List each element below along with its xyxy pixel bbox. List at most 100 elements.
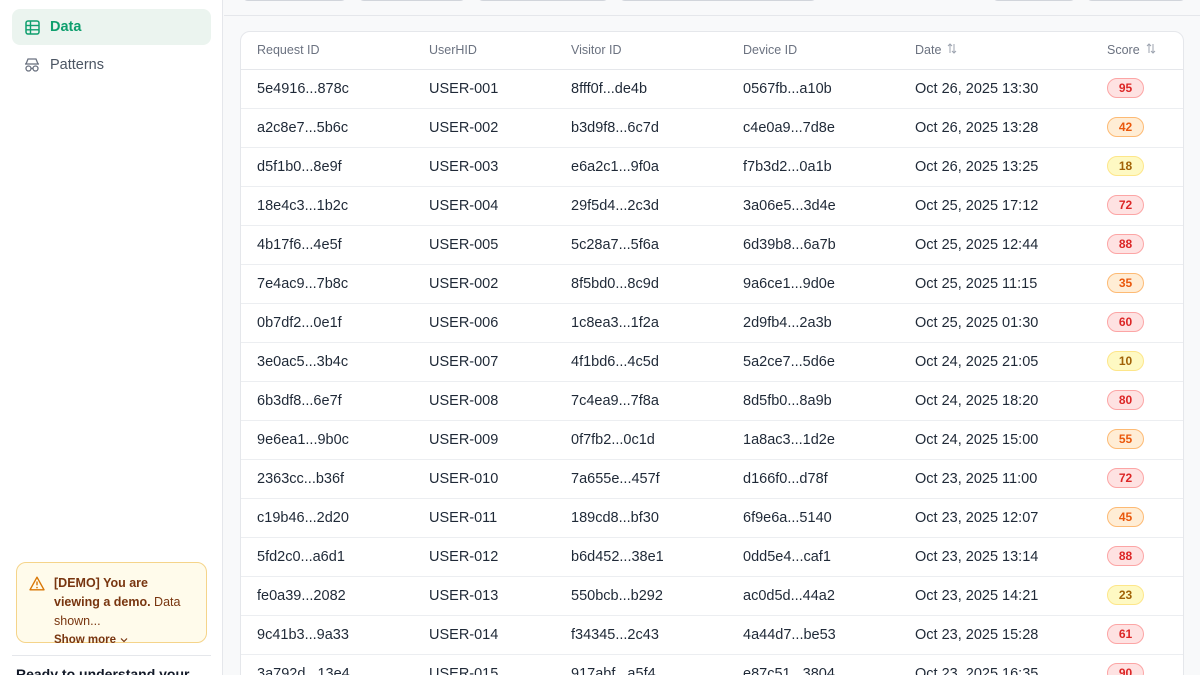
sort-icon[interactable] [947,43,957,57]
toolbar-control[interactable] [1086,0,1186,1]
cell-request-id: 3a792d...13e4 [257,666,350,675]
score-badge: 60 [1107,312,1144,332]
column-header-device-id[interactable]: Device ID [743,43,797,57]
table-header: Request ID UserHID Visitor ID Device ID … [241,32,1183,70]
cell-visitor-id: 1c8ea3...1f2a [571,315,659,331]
cell-date: Oct 26, 2025 13:28 [915,120,1039,136]
cell-date: Oct 25, 2025 01:30 [915,315,1039,331]
cell-date: Oct 24, 2025 18:20 [915,393,1039,409]
warning-icon [29,576,46,592]
cell-device-id: 6d39b8...6a7b [743,237,836,253]
cell-request-id: c19b46...2d20 [257,510,349,526]
cell-device-id: 4a44d7...be53 [743,627,836,643]
score-badge: 23 [1107,585,1144,605]
cell-request-id: 5fd2c0...a6d1 [257,549,345,565]
score-badge: 72 [1107,195,1144,215]
cell-device-id: 0567fb...a10b [743,81,832,97]
cell-date: Oct 25, 2025 11:15 [915,276,1038,292]
cell-visitor-id: 7c4ea9...7f8a [571,393,659,409]
cell-visitor-id: 5c28a7...5f6a [571,237,659,253]
toolbar-control[interactable] [242,0,347,1]
cell-request-id: 9e6ea1...9b0c [257,432,349,448]
sidebar-item-data[interactable]: Data [12,9,211,45]
cell-device-id: c4e0a9...7d8e [743,120,835,136]
table-row[interactable]: 5fd2c0...a6d1 USER-012 b6d452...38e1 0dd5e4… [241,538,1183,577]
table-row[interactable]: fe0a39...2082 USER-013 550bcb...b292 ac0d5d… [241,577,1183,616]
score-badge: 80 [1107,390,1144,410]
cell-request-id: a2c8e7...5b6c [257,120,349,136]
table-row[interactable]: 2363cc...b36f USER-010 7a655e...457f d166f0… [241,460,1183,499]
column-header-request-id[interactable]: Request ID [257,43,320,57]
table-row[interactable]: 18e4c3...1b2c USER-004 29f5d4...2c3d 3a06e5… [241,187,1183,226]
cell-visitor-id: 29f5d4...2c3d [571,198,659,214]
cell-userhid: USER-012 [429,549,499,565]
demo-message: [DEMO] You are viewing a demo. Data show… [54,574,196,631]
cell-request-id: d5f1b0...8e9f [257,159,342,175]
table-row[interactable]: 3a792d...13e4 USER-015 917abf...a5f4 e87c51… [241,655,1183,675]
table-row[interactable]: 4b17f6...4e5f USER-005 5c28a7...5f6a 6d39b8… [241,226,1183,265]
sidebar-item-patterns[interactable]: Patterns [12,47,211,83]
top-toolbar [224,0,1200,16]
cell-userhid: USER-007 [429,354,499,370]
cell-userhid: USER-006 [429,315,499,331]
column-header-userhid[interactable]: UserHID [429,43,477,57]
score-badge: 95 [1107,78,1144,98]
toolbar-control[interactable] [477,0,609,1]
show-more-button[interactable]: Show more [54,634,196,646]
column-header-score[interactable]: Score [1107,43,1156,57]
cell-date: Oct 23, 2025 12:07 [915,510,1039,526]
cell-date: Oct 24, 2025 15:00 [915,432,1039,448]
cell-date: Oct 25, 2025 17:12 [915,198,1039,214]
cell-request-id: 9c41b3...9a33 [257,627,349,643]
cell-device-id: ac0d5d...44a2 [743,588,835,604]
table-row[interactable]: 0b7df2...0e1f USER-006 1c8ea3...1f2a 2d9fb4… [241,304,1183,343]
sidebar-item-label: Patterns [50,57,104,73]
table-row[interactable]: a2c8e7...5b6c USER-002 b3d9f8...6c7d c4e0a9… [241,109,1183,148]
cell-request-id: fe0a39...2082 [257,588,346,604]
cell-date: Oct 24, 2025 21:05 [915,354,1039,370]
column-header-visitor-id[interactable]: Visitor ID [571,43,621,57]
cell-request-id: 4b17f6...4e5f [257,237,342,253]
sidebar-divider [12,655,211,656]
cell-visitor-id: b3d9f8...6c7d [571,120,659,136]
cell-device-id: e87c51...3804 [743,666,835,675]
table-row[interactable]: d5f1b0...8e9f USER-003 e6a2c1...9f0a f7b3d2… [241,148,1183,187]
patterns-icon [24,57,40,73]
score-badge: 10 [1107,351,1144,371]
cell-date: Oct 23, 2025 14:21 [915,588,1039,604]
cell-visitor-id: 8f5bd0...8c9d [571,276,659,292]
cell-date: Oct 23, 2025 15:28 [915,627,1039,643]
cell-request-id: 2363cc...b36f [257,471,345,487]
table-row[interactable]: 6b3df8...6e7f USER-008 7c4ea9...7f8a 8d5fb0… [241,382,1183,421]
cell-visitor-id: 0f7fb2...0c1d [571,432,655,448]
table-row[interactable]: 9c41b3...9a33 USER-014 f34345...2c43 4a44d7… [241,616,1183,655]
demo-message-bold: [DEMO] You are viewing a demo. [54,576,151,609]
cell-device-id: 9a6ce1...9d0e [743,276,835,292]
cell-userhid: USER-001 [429,81,499,97]
cell-visitor-id: 189cd8...bf30 [571,510,659,526]
cell-visitor-id: 4f1bd6...4c5d [571,354,659,370]
cell-visitor-id: 8fff0f...de4b [571,81,648,97]
toolbar-control[interactable] [619,0,817,1]
data-table: Request ID UserHID Visitor ID Device ID … [240,31,1184,675]
sort-icon[interactable] [1146,43,1156,57]
score-badge: 18 [1107,156,1144,176]
cell-userhid: USER-009 [429,432,499,448]
table-row[interactable]: 7e4ac9...7b8c USER-002 8f5bd0...8c9d 9a6ce1… [241,265,1183,304]
cell-date: Oct 23, 2025 13:14 [915,549,1039,565]
table-row[interactable]: 9e6ea1...9b0c USER-009 0f7fb2...0c1d 1a8ac3… [241,421,1183,460]
cell-visitor-id: 550bcb...b292 [571,588,663,604]
toolbar-control[interactable] [992,0,1076,1]
column-header-date[interactable]: Date [915,43,957,57]
score-badge: 88 [1107,234,1144,254]
cell-userhid: USER-002 [429,120,499,136]
score-badge: 61 [1107,624,1144,644]
table-row[interactable]: 5e4916...878c USER-001 8fff0f...de4b 0567fb… [241,70,1183,109]
cell-userhid: USER-004 [429,198,499,214]
toolbar-control[interactable] [358,0,466,1]
table-row[interactable]: 3e0ac5...3b4c USER-007 4f1bd6...4c5d 5a2ce7… [241,343,1183,382]
cell-date: Oct 26, 2025 13:30 [915,81,1039,97]
table-row[interactable]: c19b46...2d20 USER-011 189cd8...bf30 6f9e6a… [241,499,1183,538]
cell-userhid: USER-002 [429,276,499,292]
score-badge: 90 [1107,663,1144,675]
